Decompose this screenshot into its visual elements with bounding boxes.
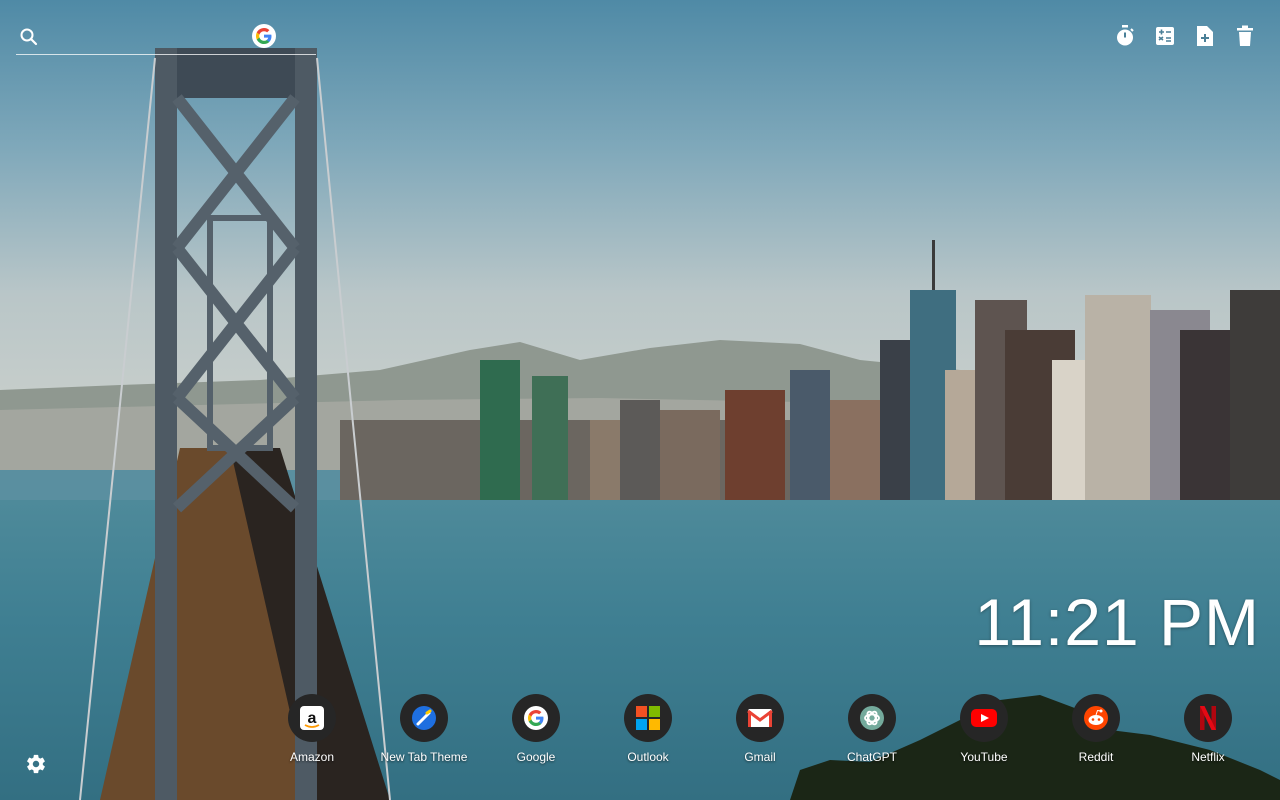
background-wallpaper bbox=[0, 0, 1280, 800]
reddit-icon bbox=[1072, 694, 1120, 742]
shortcut-chatgpt[interactable]: ChatGPT bbox=[816, 694, 928, 764]
search-input[interactable] bbox=[42, 24, 246, 52]
shortcut-new-tab-theme[interactable]: New Tab Theme bbox=[368, 694, 480, 764]
shortcut-label: Reddit bbox=[1078, 750, 1114, 764]
shortcut-label: YouTube bbox=[960, 750, 1008, 764]
gmail-icon bbox=[736, 694, 784, 742]
shortcut-gmail[interactable]: Gmail bbox=[704, 694, 816, 764]
shortcut-netflix[interactable]: Netflix bbox=[1152, 694, 1264, 764]
search-underline bbox=[16, 54, 316, 55]
shortcut-label: Netflix bbox=[1191, 750, 1225, 764]
gear-icon[interactable] bbox=[25, 753, 47, 775]
youtube-icon bbox=[960, 694, 1008, 742]
shortcut-google[interactable]: Google bbox=[480, 694, 592, 764]
bay-bridge bbox=[79, 48, 391, 800]
shortcut-label: Google bbox=[516, 750, 556, 764]
clock-time: 11:21 PM bbox=[974, 585, 1260, 659]
new-tab-theme-icon bbox=[400, 694, 448, 742]
shortcut-outlook[interactable]: Outlook bbox=[592, 694, 704, 764]
microsoft-icon bbox=[624, 694, 672, 742]
google-g-icon[interactable] bbox=[252, 24, 276, 48]
toolbar bbox=[1114, 24, 1256, 48]
svg-text:a: a bbox=[308, 710, 317, 727]
shortcut-label: Outlook bbox=[627, 750, 669, 764]
google-icon bbox=[512, 694, 560, 742]
trash-icon[interactable] bbox=[1234, 24, 1256, 48]
shortcut-bar: a Amazon New Tab Theme Google Outlook Gm… bbox=[256, 694, 1264, 764]
shortcut-label: ChatGPT bbox=[846, 750, 897, 764]
search-icon[interactable] bbox=[19, 27, 39, 47]
calculator-icon[interactable] bbox=[1154, 24, 1176, 48]
chatgpt-icon bbox=[848, 694, 896, 742]
search-bar[interactable] bbox=[16, 24, 316, 58]
shortcut-label: Gmail bbox=[744, 750, 776, 764]
shortcut-youtube[interactable]: YouTube bbox=[928, 694, 1040, 764]
file-plus-icon[interactable] bbox=[1194, 24, 1216, 48]
shortcut-amazon[interactable]: a Amazon bbox=[256, 694, 368, 764]
stopwatch-icon[interactable] bbox=[1114, 24, 1136, 48]
netflix-icon bbox=[1184, 694, 1232, 742]
shortcut-label: Amazon bbox=[289, 750, 335, 764]
shortcut-reddit[interactable]: Reddit bbox=[1040, 694, 1152, 764]
amazon-icon: a bbox=[288, 694, 336, 742]
city-skyline bbox=[340, 240, 1280, 510]
shortcut-label: New Tab Theme bbox=[380, 750, 468, 764]
